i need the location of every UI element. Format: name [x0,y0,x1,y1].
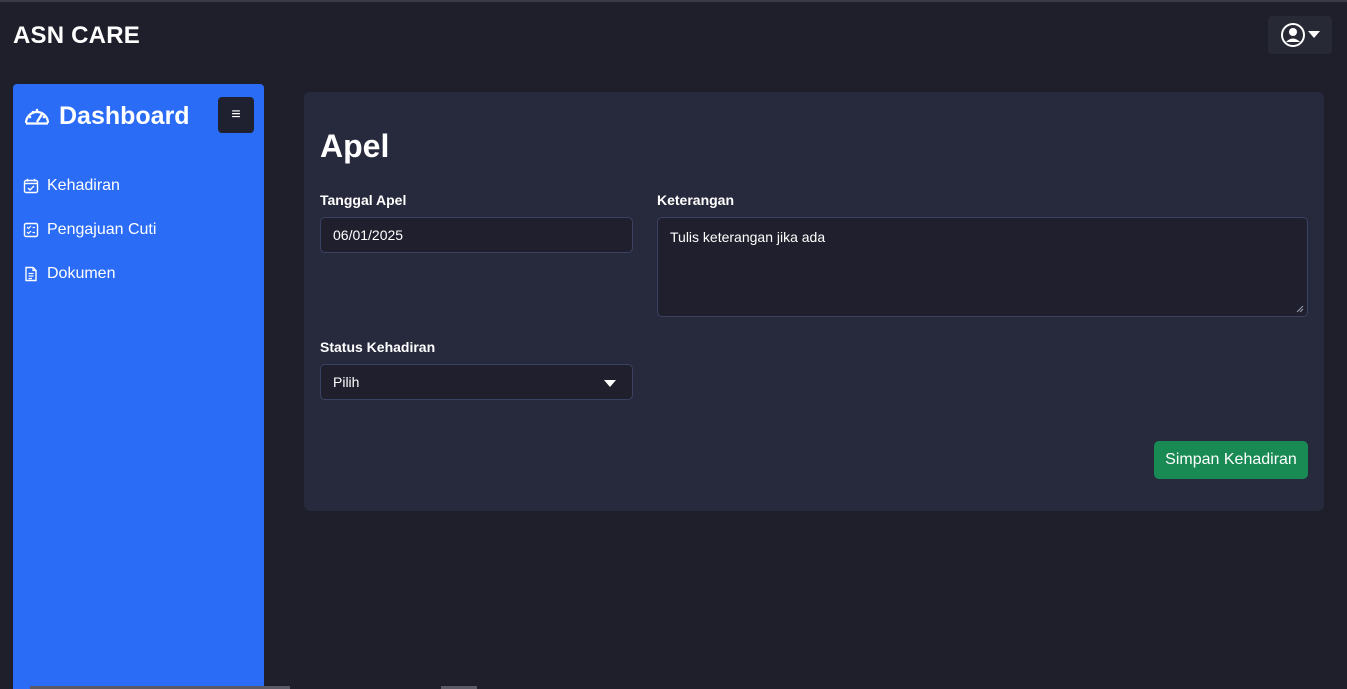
date-input-value: 06/01/2025 [333,227,404,243]
sidebar-nav: Kehadiran Pengajuan Cuti Dokumen [23,174,156,306]
user-circle-icon [1281,23,1305,47]
caret-down-icon [1308,31,1320,38]
date-input[interactable]: 06/01/2025 [320,217,633,253]
sidebar: Dashboard ≡ Kehadiran Pengajuan Cuti Dok… [13,84,264,689]
notes-placeholder: Tulis keterangan jika ada [670,229,826,245]
save-attendance-button[interactable]: Simpan Kehadiran [1154,441,1308,479]
sidebar-item-label: Kehadiran [47,177,120,194]
status-select[interactable]: Pilih [320,364,633,400]
document-icon [25,266,37,282]
sidebar-item-pengajuan-cuti[interactable]: Pengajuan Cuti [23,218,156,242]
user-menu-button[interactable] [1268,16,1332,54]
status-label: Status Kehadiran [320,339,436,355]
date-label: Tanggal Apel [320,192,407,208]
window-top-border [0,0,1347,2]
sidebar-item-label: Pengajuan Cuti [47,221,157,238]
speedometer-icon [24,108,50,125]
chevron-down-icon [604,380,616,387]
page-title: Apel [320,128,390,164]
sidebar-title: Dashboard [59,102,190,130]
calendar-check-icon [23,178,39,194]
checklist-icon [23,222,39,238]
sidebar-item-dokumen[interactable]: Dokumen [23,262,156,286]
sidebar-toggle-button[interactable]: ≡ [218,97,254,133]
sidebar-item-label: Dokumen [47,265,116,282]
resize-handle-icon[interactable] [1296,305,1304,313]
status-selected-value: Pilih [333,374,360,390]
app-brand: ASN CARE [13,22,140,49]
notes-textarea[interactable]: Tulis keterangan jika ada [657,217,1308,317]
attendance-form-card: Apel Tanggal Apel 06/01/2025 Keterangan … [304,92,1324,511]
notes-label: Keterangan [657,192,735,208]
sidebar-header: Dashboard [23,102,190,131]
sidebar-item-kehadiran[interactable]: Kehadiran [23,174,156,198]
